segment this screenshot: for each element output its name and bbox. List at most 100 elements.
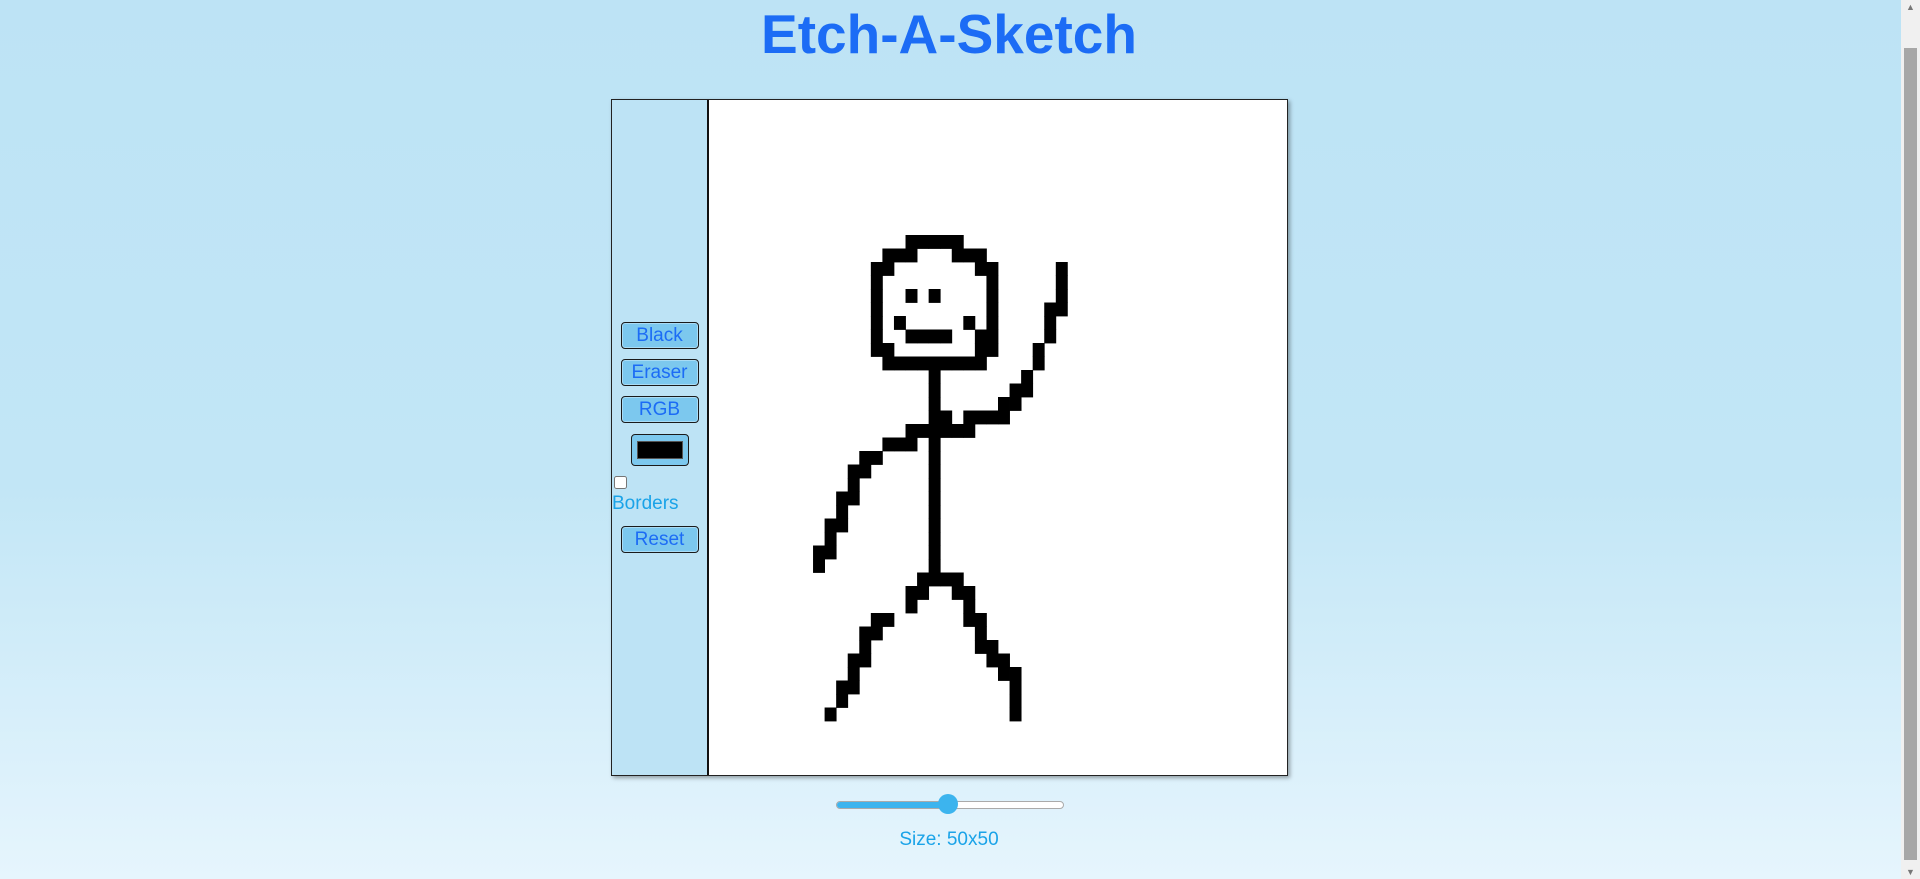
grid-cell[interactable]	[1009, 397, 1022, 411]
grid-cell[interactable]	[998, 667, 1010, 681]
grid-cell[interactable]	[974, 329, 987, 344]
grid-cell[interactable]	[917, 572, 930, 587]
grid-cell[interactable]	[986, 275, 999, 290]
grid-cell[interactable]	[905, 586, 918, 600]
grid-cell[interactable]	[859, 451, 872, 465]
grid-cell[interactable]	[928, 437, 941, 452]
grid-cell[interactable]	[928, 329, 941, 344]
grid-cell[interactable]	[870, 343, 883, 357]
grid-cell[interactable]	[928, 356, 941, 371]
grid-cell[interactable]	[917, 424, 930, 438]
grid-cell[interactable]	[974, 356, 987, 371]
grid-cell[interactable]	[836, 491, 849, 506]
grid-cell[interactable]	[951, 572, 964, 587]
grid-cell[interactable]	[836, 680, 849, 695]
grid-cell[interactable]	[928, 559, 941, 573]
grid-cell[interactable]	[824, 545, 837, 560]
grid-cell[interactable]	[813, 545, 825, 560]
grid-cell[interactable]	[1009, 383, 1022, 398]
grid-cell[interactable]	[963, 613, 976, 627]
grid-cell[interactable]	[813, 559, 825, 573]
grid-cell[interactable]	[1021, 370, 1034, 384]
grid-cell[interactable]	[870, 289, 883, 303]
grid-cell[interactable]	[974, 410, 987, 425]
size-slider[interactable]	[836, 794, 1064, 814]
grid-cell[interactable]	[836, 518, 849, 533]
grid-cell[interactable]	[836, 694, 849, 708]
grid-cell[interactable]	[847, 680, 860, 695]
grid-cell[interactable]	[859, 640, 872, 654]
grid-cell[interactable]	[1021, 383, 1034, 398]
grid-cell[interactable]	[1055, 262, 1068, 276]
grid-cell[interactable]	[963, 248, 976, 263]
grid-cell[interactable]	[928, 464, 941, 479]
scroll-up-arrow-icon[interactable]: ▲	[1901, 0, 1920, 14]
grid-cell[interactable]	[847, 478, 860, 492]
grid-cell[interactable]	[986, 316, 999, 330]
grid-cell[interactable]	[882, 437, 895, 452]
grid-cell[interactable]	[905, 437, 918, 452]
grid-cell[interactable]	[928, 424, 941, 438]
grid-cell[interactable]	[870, 613, 883, 627]
grid-cell[interactable]	[847, 464, 860, 479]
grid-cell[interactable]	[928, 235, 941, 249]
grid-cell[interactable]	[917, 329, 930, 344]
grid-cell[interactable]	[940, 329, 953, 344]
grid-cell[interactable]	[986, 329, 999, 344]
grid-cell[interactable]	[882, 248, 895, 263]
grid-cell[interactable]	[870, 262, 883, 276]
grid-cell[interactable]	[928, 478, 941, 492]
grid-cell[interactable]	[963, 424, 976, 438]
grid-cell[interactable]	[893, 248, 906, 263]
grid-cell[interactable]	[870, 302, 883, 317]
grid-cell[interactable]	[998, 653, 1010, 668]
grid-cell[interactable]	[986, 262, 999, 276]
grid-cell[interactable]	[974, 640, 987, 654]
grid-cell[interactable]	[905, 235, 918, 249]
grid-cell[interactable]	[940, 424, 953, 438]
grid-cell[interactable]	[928, 451, 941, 465]
scroll-down-arrow-icon[interactable]: ▼	[1901, 865, 1920, 879]
grid-cell[interactable]	[963, 410, 976, 425]
grid-cell[interactable]	[951, 356, 964, 371]
grid-cell[interactable]	[905, 289, 918, 303]
grid-cell[interactable]	[940, 235, 953, 249]
grid-cell[interactable]	[928, 370, 941, 384]
grid-cell[interactable]	[870, 329, 883, 344]
grid-cell[interactable]	[1009, 667, 1022, 681]
grid-cell[interactable]	[928, 518, 941, 533]
page-scrollbar[interactable]: ▲ ▼	[1901, 0, 1920, 879]
grid-cell[interactable]	[836, 505, 849, 519]
grid-cell[interactable]	[893, 356, 906, 371]
grid-cell[interactable]	[963, 599, 976, 614]
grid-cell[interactable]	[859, 653, 872, 668]
grid-cell[interactable]	[998, 397, 1010, 411]
grid-cell[interactable]	[917, 235, 930, 249]
grid-cell[interactable]	[870, 316, 883, 330]
grid-cell[interactable]	[974, 262, 987, 276]
grid-cell[interactable]	[998, 410, 1010, 425]
grid-cell[interactable]	[974, 613, 987, 627]
grid-cell[interactable]	[893, 316, 906, 330]
grid-cell[interactable]	[951, 424, 964, 438]
grid-cell[interactable]	[986, 640, 999, 654]
grid-cell[interactable]	[905, 424, 918, 438]
grid-cell[interactable]	[847, 667, 860, 681]
black-button[interactable]: Black	[620, 322, 699, 349]
grid-cell[interactable]	[986, 410, 999, 425]
borders-toggle[interactable]: Borders	[612, 474, 679, 515]
grid-cell[interactable]	[870, 626, 883, 641]
color-picker[interactable]	[630, 434, 689, 466]
grid-cell[interactable]	[928, 397, 941, 411]
grid-cell[interactable]	[824, 707, 837, 722]
grid-cell[interactable]	[928, 491, 941, 506]
grid-cell[interactable]	[1032, 356, 1045, 371]
grid-cell[interactable]	[1044, 329, 1057, 344]
grid-cell[interactable]	[882, 262, 895, 276]
grid-cell[interactable]	[870, 275, 883, 290]
grid-cell[interactable]	[905, 248, 918, 263]
grid-cell[interactable]	[1055, 302, 1068, 317]
grid-cell[interactable]	[1044, 302, 1057, 317]
grid-cell[interactable]	[1009, 707, 1022, 722]
grid-cell[interactable]	[859, 626, 872, 641]
